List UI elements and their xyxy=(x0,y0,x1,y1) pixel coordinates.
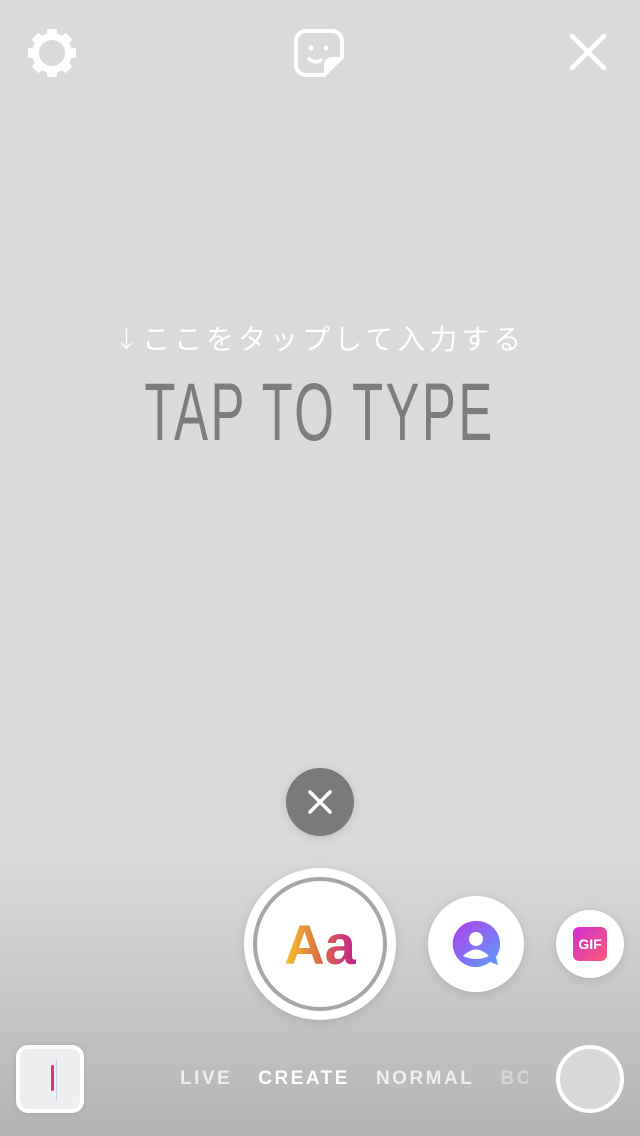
sticker-icon xyxy=(294,29,344,77)
placeholder-text: TAP TO TYPE xyxy=(144,367,496,458)
text-mode-button[interactable]: Aa xyxy=(244,868,396,1020)
settings-button[interactable] xyxy=(26,27,78,79)
mode-live[interactable]: LIVE xyxy=(180,1068,232,1090)
mode-next[interactable]: BO xyxy=(500,1068,528,1090)
close-icon xyxy=(569,33,607,71)
gif-icon: GIF xyxy=(573,927,607,961)
tap-hint-text: ↓ここをタップして入力する xyxy=(114,323,526,356)
gear-icon xyxy=(28,29,76,77)
text-cursor-icon xyxy=(51,1065,54,1091)
close-icon xyxy=(308,790,332,814)
dismiss-button[interactable] xyxy=(286,768,354,836)
gif-button[interactable]: GIF xyxy=(556,910,624,978)
mention-button[interactable] xyxy=(428,896,524,992)
guide-line xyxy=(56,1059,57,1101)
text-mode-label: Aa xyxy=(284,912,356,976)
close-button[interactable] xyxy=(568,32,608,72)
text-input-area[interactable]: TAP TO TYPE xyxy=(0,366,640,460)
gif-label: GIF xyxy=(578,936,602,952)
mode-normal[interactable]: NORMAL xyxy=(376,1068,474,1090)
gallery-thumbnail[interactable] xyxy=(16,1045,84,1113)
shutter-button[interactable] xyxy=(556,1045,624,1113)
mode-create[interactable]: CREATE xyxy=(258,1068,350,1090)
mode-selector: LIVE CREATE NORMAL BO xyxy=(180,1068,528,1090)
avatar-bubble-icon xyxy=(452,920,501,967)
sticker-button[interactable] xyxy=(294,27,346,79)
